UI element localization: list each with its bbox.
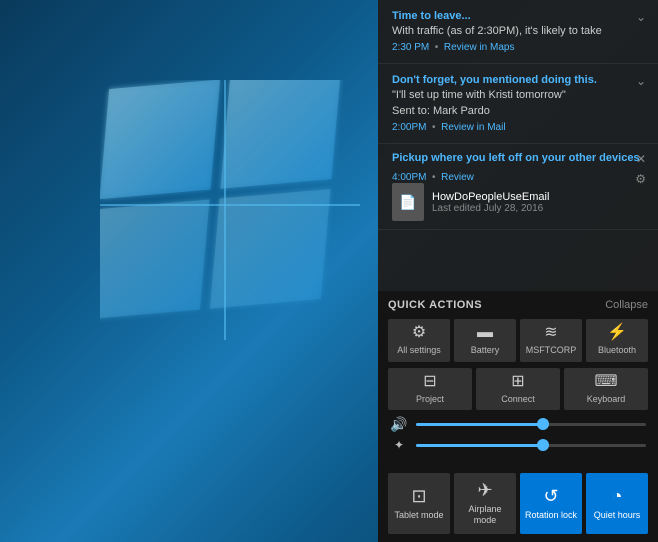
brightness-slider[interactable] — [416, 444, 646, 447]
msftcorp-label: MSFTCORP — [526, 345, 577, 356]
bluetooth-label: Bluetooth — [598, 345, 636, 356]
quiet-hours-button[interactable]: ◔ Quiet hours — [586, 473, 648, 534]
keyboard-icon: ⌨ — [594, 374, 617, 390]
volume-thumb[interactable] — [537, 418, 549, 430]
volume-fill — [416, 423, 543, 426]
brightness-icon: ✦ — [390, 438, 408, 452]
notification-pickup: Pickup where you left off on your other … — [378, 144, 658, 230]
brightness-fill — [416, 444, 543, 447]
notif-2-body: "I'll set up time with Kristi tomorrow" — [392, 88, 644, 103]
action-center-panel: Time to leave... With traffic (as of 2:3… — [378, 0, 658, 542]
battery-label: Battery — [471, 345, 500, 356]
notif-3-time: 4:00PM — [392, 172, 426, 183]
msftcorp-button[interactable]: ≋ MSFTCORP — [520, 319, 582, 362]
bluetooth-button[interactable]: ⚡ Bluetooth — [586, 319, 648, 362]
all-settings-label: All settings — [397, 345, 441, 356]
quiet-hours-icon: ◔ — [612, 487, 623, 505]
rotation-icon: ↺ — [543, 487, 558, 505]
tablet-mode-button[interactable]: ⊡ Tablet mode — [388, 473, 450, 534]
tablet-mode-label: Tablet mode — [394, 510, 443, 521]
project-icon: ⊟ — [423, 374, 436, 390]
windows-logo — [100, 80, 360, 340]
bottom-toggles: ⊡ Tablet mode ✈ Airplane mode ↺ Rotation… — [378, 467, 658, 542]
notif-2-meta: 2:00PM • Review in Mail — [392, 122, 644, 133]
notif-2-title: Don't forget, you mentioned doing this. — [392, 74, 644, 86]
settings-icon: ⚙ — [412, 325, 426, 341]
notif-2-sent: Sent to: Mark Pardo — [392, 104, 644, 119]
notif-3-action[interactable]: Review — [441, 172, 474, 183]
quiet-hours-label: Quiet hours — [594, 510, 641, 521]
wifi-icon: ≋ — [544, 325, 557, 341]
connect-button[interactable]: ⊞ Connect — [476, 368, 560, 411]
all-settings-button[interactable]: ⚙ All settings — [388, 319, 450, 362]
quick-actions-section: QUICK ACTIONS Collapse ⚙ All settings ▬ … — [378, 291, 658, 468]
notif-1-action[interactable]: Review in Maps — [444, 42, 515, 53]
collapse-button[interactable]: Collapse — [605, 299, 648, 311]
qa-header: QUICK ACTIONS Collapse — [388, 299, 648, 311]
battery-icon: ▬ — [477, 325, 493, 341]
notif-1-meta: 2:30 PM • Review in Maps — [392, 42, 644, 53]
volume-icon: 🔊 — [390, 416, 408, 433]
battery-button[interactable]: ▬ Battery — [454, 319, 516, 362]
doc-title: HowDoPeopleUseEmail — [432, 191, 549, 203]
chevron-down-icon-2[interactable]: ⌄ — [636, 74, 646, 88]
rotation-lock-label: Rotation lock — [525, 510, 577, 521]
qa-row-1: ⚙ All settings ▬ Battery ≋ MSFTCORP ⚡ Bl… — [388, 319, 648, 362]
rotation-lock-button[interactable]: ↺ Rotation lock — [520, 473, 582, 534]
notification-dont-forget: Don't forget, you mentioned doing this. … — [378, 64, 658, 144]
notifications-list: Time to leave... With traffic (as of 2:3… — [378, 0, 658, 291]
airplane-icon: ✈ — [477, 481, 492, 499]
keyboard-label: Keyboard — [587, 394, 626, 405]
notif-1-body: With traffic (as of 2:30PM), it's likely… — [392, 24, 644, 39]
notification-time-to-leave: Time to leave... With traffic (as of 2:3… — [378, 0, 658, 64]
notif-2-action[interactable]: Review in Mail — [441, 122, 505, 133]
airplane-mode-button[interactable]: ✈ Airplane mode — [454, 473, 516, 534]
notif-1-title: Time to leave... — [392, 10, 644, 22]
connect-label: Connect — [501, 394, 535, 405]
airplane-mode-label: Airplane mode — [458, 504, 512, 526]
close-icon[interactable]: ✕ — [636, 152, 646, 166]
document-icon: 📄 — [392, 183, 424, 221]
notif-2-time: 2:00PM — [392, 122, 426, 133]
connect-icon: ⊞ — [511, 374, 524, 390]
brightness-thumb[interactable] — [537, 439, 549, 451]
chevron-down-icon[interactable]: ⌄ — [636, 10, 646, 24]
bluetooth-icon: ⚡ — [607, 325, 627, 341]
doc-subtitle: Last edited July 28, 2016 — [432, 203, 549, 214]
pickup-doc-row: 📄 HowDoPeopleUseEmail Last edited July 2… — [392, 183, 644, 221]
keyboard-button[interactable]: ⌨ Keyboard — [564, 368, 648, 411]
notif-3-time-row: 4:00PM • Review ⚙ — [392, 172, 644, 183]
project-button[interactable]: ⊟ Project — [388, 368, 472, 411]
doc-info: HowDoPeopleUseEmail Last edited July 28,… — [432, 191, 549, 214]
volume-slider[interactable] — [416, 423, 646, 426]
gear-icon[interactable]: ⚙ — [635, 172, 646, 186]
project-label: Project — [416, 394, 444, 405]
qa-row-2: ⊟ Project ⊞ Connect ⌨ Keyboard — [388, 368, 648, 411]
volume-slider-row: 🔊 — [388, 416, 648, 433]
brightness-slider-row: ✦ — [388, 438, 648, 452]
notif-1-time: 2:30 PM — [392, 42, 429, 53]
tablet-icon: ⊡ — [411, 487, 426, 505]
notif-3-title: Pickup where you left off on your other … — [392, 152, 640, 164]
qa-title: QUICK ACTIONS — [388, 299, 482, 311]
